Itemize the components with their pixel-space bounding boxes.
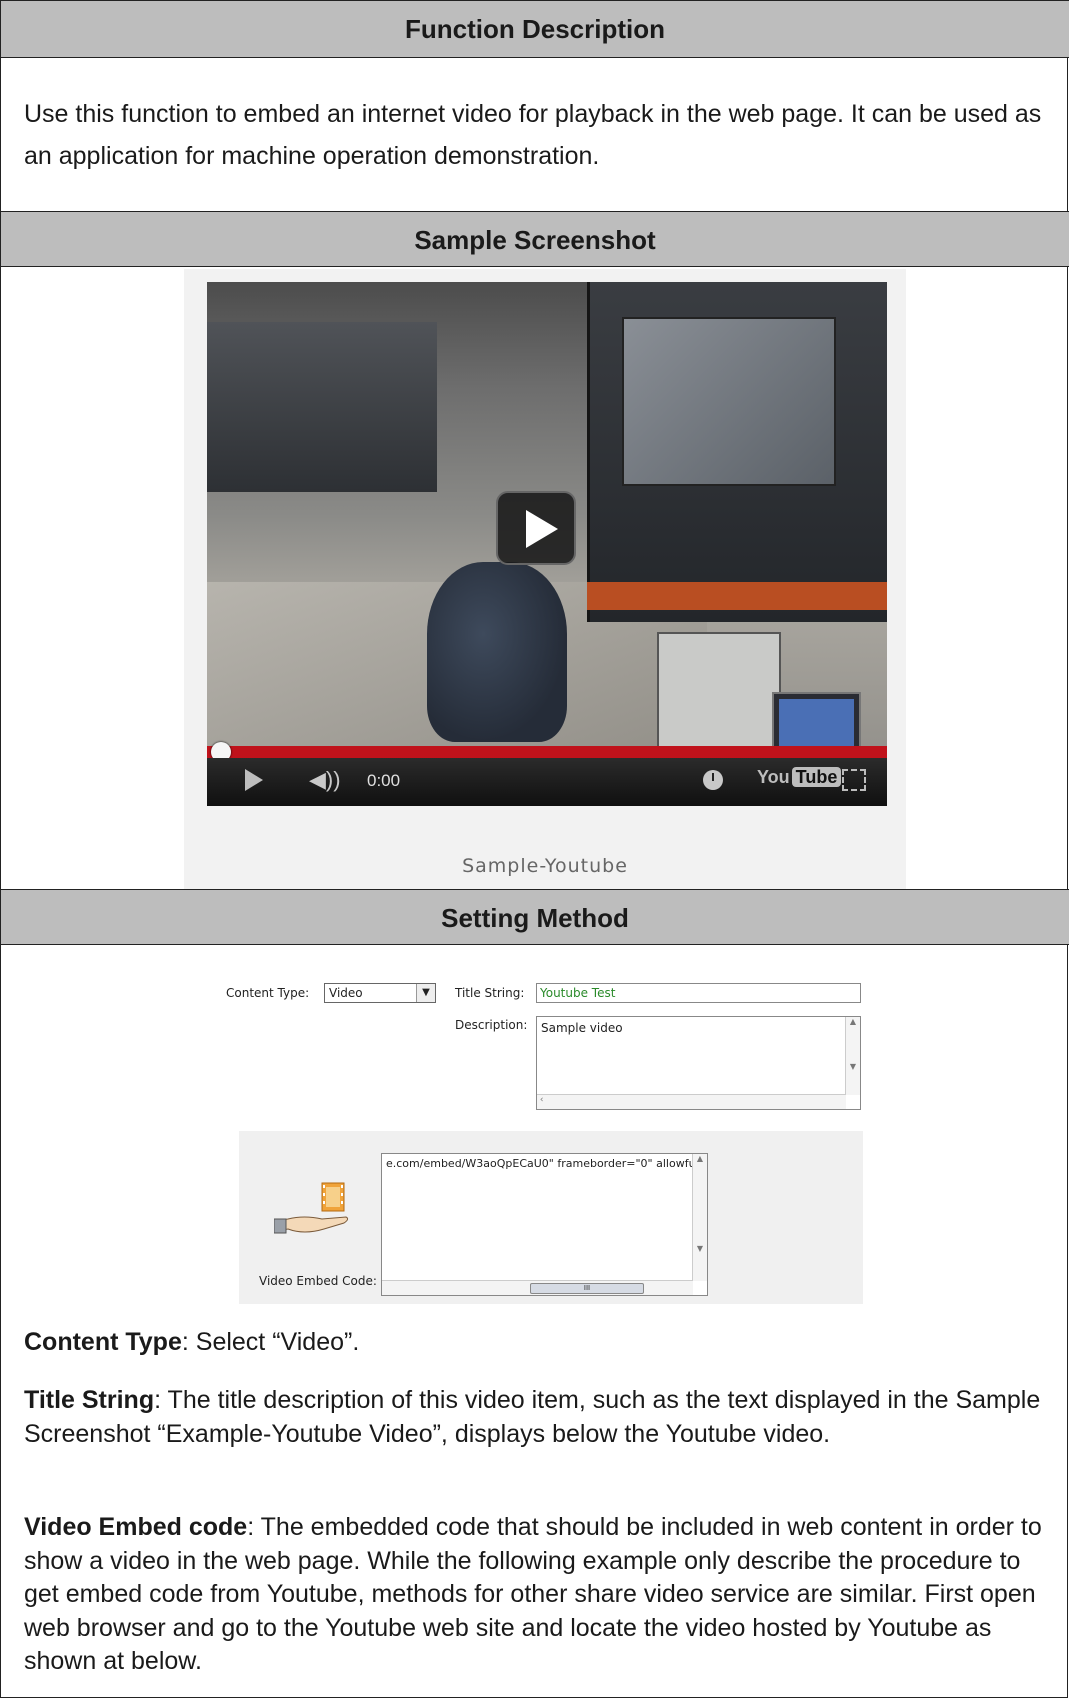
embed-code-explanation: Video Embed code: The embedded code that… [24,1511,1054,1679]
setting-method-header: Setting Method [1,889,1069,945]
video-player[interactable]: ◀)) 0:00 You Tube [207,282,887,842]
title-string-term: Title String [24,1386,155,1414]
big-play-button[interactable] [496,491,576,565]
embed-code-textarea[interactable]: e.com/embed/W3aoQpECaU0" frameborder="0"… [381,1153,708,1296]
scrollbar-thumb[interactable]: III [530,1283,644,1294]
play-icon[interactable] [245,769,263,791]
intro-paragraph: Use this function to embed an internet v… [24,100,1042,170]
fullscreen-icon[interactable] [842,769,866,791]
description-textarea[interactable]: Sample video ▲ ▼ ‹ [536,1016,861,1110]
title-string-label: Title String: [455,986,525,1000]
content-type-label: Content Type: [226,986,310,1000]
video-caption: Sample-Youtube [462,855,628,877]
page: Function Description Use this function t… [0,0,1070,1699]
machine-band [587,582,887,610]
embed-code-term: Video Embed code [24,1513,248,1541]
description-vertical-scrollbar[interactable]: ▲ ▼ [845,1017,860,1095]
volume-icon[interactable]: ◀)) [309,767,341,793]
youtube-logo-you: You [757,767,790,787]
chevron-down-icon[interactable]: ▼ [416,984,435,1002]
watch-later-icon[interactable] [703,770,723,790]
video-hand-icon [274,1182,349,1234]
youtube-logo[interactable]: You Tube [757,767,842,788]
embed-code-vertical-scrollbar[interactable]: ▲ ▼ [692,1154,707,1281]
machine-window [622,317,836,486]
description-horizontal-scrollbar[interactable]: ‹ [537,1094,846,1109]
document-table: Function Description Use this function t… [0,0,1069,1698]
description-value: Sample video [541,1021,623,1035]
embed-code-value: e.com/embed/W3aoQpECaU0" frameborder="0"… [386,1157,708,1170]
embed-code-panel: Video Embed Code: e.com/embed/W3aoQpECaU… [239,1131,863,1304]
sample-screenshot-header: Sample Screenshot [1,211,1069,267]
title-string-input[interactable]: Youtube Test [536,983,861,1003]
content-type-text: : Select “Video”. [181,1328,360,1356]
settings-form-screenshot: Content Type: Video ▼ Title String: Yout… [226,981,863,1304]
background-machine [207,322,437,492]
video-screenshot: ◀)) 0:00 You Tube Sample-Youtube [184,269,906,889]
embed-code-label: Video Embed Code: [259,1274,377,1288]
description-label: Description: [455,1018,528,1032]
time-display: 0:00 [367,771,401,790]
youtube-logo-tube: Tube [791,767,842,787]
content-type-select[interactable]: Video ▼ [324,983,436,1003]
function-description-header: Function Description [1,0,1069,58]
play-icon [526,510,558,548]
player-controls: ◀)) 0:00 You Tube [207,758,887,806]
content-type-explanation: Content Type: Select “Video”. [24,1326,1054,1360]
content-type-value: Video [329,986,363,1000]
title-string-text: : The title description of this video it… [24,1386,1041,1448]
progress-bar[interactable] [207,746,887,758]
content-type-term: Content Type [24,1328,182,1356]
embed-code-horizontal-scrollbar[interactable]: III [382,1280,693,1295]
title-string-explanation: Title String: The title description of t… [24,1384,1054,1451]
seated-operator [427,562,567,742]
